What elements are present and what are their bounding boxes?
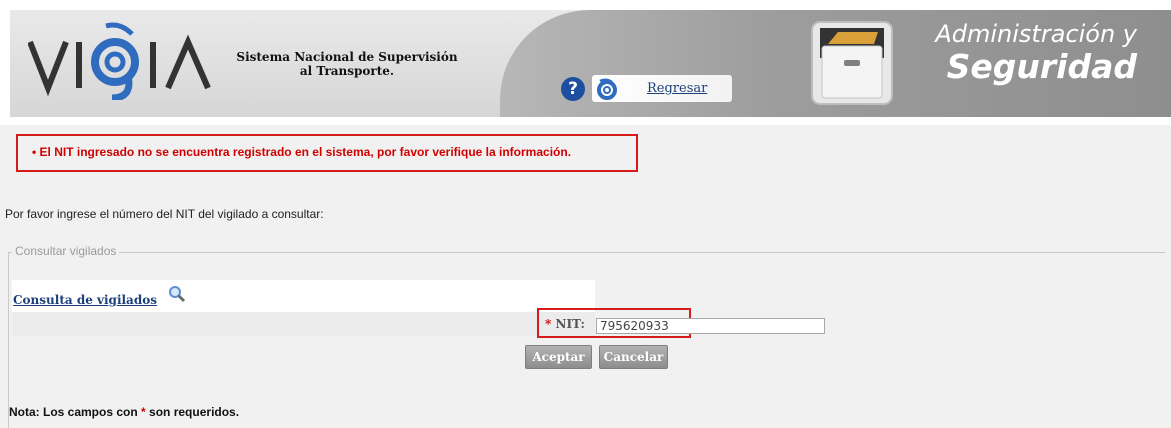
file-cabinet-icon	[811, 21, 893, 105]
error-message-box: • El NIT ingresado no se encuentra regis…	[16, 134, 638, 172]
nit-form-row	[12, 312, 595, 336]
fieldset-left-border	[8, 252, 9, 428]
vigia-logo	[28, 22, 211, 100]
header: Sistema Nacional de Supervisión al Trans…	[0, 0, 1171, 125]
tagline-line2: al Transporte.	[299, 64, 395, 78]
tagline-line1: Sistema Nacional de Supervisión	[236, 50, 458, 64]
nit-input[interactable]: 795620933	[596, 318, 825, 334]
section-title-line2: Seguridad	[946, 47, 1137, 86]
required-note: Nota: Los campos con * son requeridos.	[9, 405, 239, 419]
consulta-vigilados-link[interactable]: Consulta de vigilados	[13, 293, 157, 307]
required-marker: *	[545, 317, 552, 331]
accept-button[interactable]: Aceptar	[525, 345, 592, 369]
error-text: El NIT ingresado no se encuentra registr…	[39, 145, 572, 159]
nit-label-text: NIT:	[555, 317, 585, 331]
section-title-line1: Administración y	[935, 20, 1137, 48]
note-required-marker: *	[141, 405, 146, 419]
error-message: • El NIT ingresado no se encuentra regis…	[32, 145, 571, 159]
help-icon[interactable]: ?	[561, 77, 585, 101]
error-bullet: •	[32, 145, 37, 159]
note-prefix: Nota: Los campos con	[9, 405, 138, 419]
search-icon[interactable]	[168, 285, 186, 303]
back-link[interactable]: Regresar	[647, 81, 707, 96]
cancel-button[interactable]: Cancelar	[599, 345, 668, 369]
fieldset-top-border	[8, 252, 1165, 253]
nit-label: * NIT:	[545, 317, 585, 331]
section-title: Administración y Seguridad	[935, 20, 1137, 86]
fieldset-legend: Consultar vigilados	[12, 244, 120, 258]
back-button[interactable]: Regresar	[592, 75, 732, 102]
tagline: Sistema Nacional de Supervisión al Trans…	[232, 50, 462, 78]
back-logo-icon	[597, 78, 617, 100]
note-suffix: son requeridos.	[149, 405, 240, 419]
instruction-text: Por favor ingrese el número del NIT del …	[5, 207, 324, 221]
main-content: • El NIT ingresado no se encuentra regis…	[0, 125, 1171, 428]
